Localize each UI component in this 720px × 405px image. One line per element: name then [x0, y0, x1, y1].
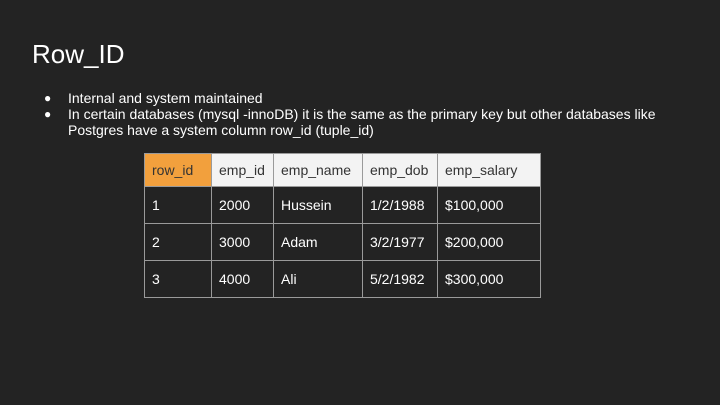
slide-title: Row_ID — [32, 39, 125, 69]
bullet-list: ● Internal and system maintained ● In ce… — [44, 90, 684, 138]
cell-row-id: 2 — [144, 223, 212, 261]
bullet-text: In certain databases (mysql -innoDB) it … — [68, 106, 656, 138]
table-row: 3 4000 Ali 5/2/1982 $300,000 — [144, 260, 541, 298]
bullet-text: Internal and system maintained — [68, 90, 263, 106]
cell-emp-id: 2000 — [211, 186, 274, 224]
bullet-icon: ● — [44, 91, 52, 105]
table-row: 2 3000 Adam 3/2/1977 $200,000 — [144, 223, 541, 261]
bullet-icon: ● — [44, 107, 52, 121]
bullet-item: ● In certain databases (mysql -innoDB) i… — [44, 106, 684, 138]
header-emp-id: emp_id — [211, 153, 274, 187]
cell-emp-id: 4000 — [211, 260, 274, 298]
cell-emp-name: Adam — [273, 223, 363, 261]
bullet-item: ● Internal and system maintained — [44, 90, 684, 106]
header-row-id: row_id — [144, 153, 212, 187]
cell-row-id: 1 — [144, 186, 212, 224]
cell-emp-name: Hussein — [273, 186, 363, 224]
cell-emp-dob: 5/2/1982 — [362, 260, 438, 298]
employee-table: row_id emp_id emp_name emp_dob emp_salar… — [144, 153, 541, 298]
cell-emp-id: 3000 — [211, 223, 274, 261]
cell-emp-dob: 3/2/1977 — [362, 223, 438, 261]
cell-emp-dob: 1/2/1988 — [362, 186, 438, 224]
header-emp-name: emp_name — [273, 153, 363, 187]
cell-row-id: 3 — [144, 260, 212, 298]
cell-emp-salary: $300,000 — [437, 260, 541, 298]
table-row: 1 2000 Hussein 1/2/1988 $100,000 — [144, 186, 541, 224]
table-header-row: row_id emp_id emp_name emp_dob emp_salar… — [144, 153, 541, 187]
cell-emp-salary: $100,000 — [437, 186, 541, 224]
cell-emp-name: Ali — [273, 260, 363, 298]
header-emp-salary: emp_salary — [437, 153, 541, 187]
slide: Row_ID ● Internal and system maintained … — [0, 0, 720, 405]
header-emp-dob: emp_dob — [362, 153, 438, 187]
cell-emp-salary: $200,000 — [437, 223, 541, 261]
